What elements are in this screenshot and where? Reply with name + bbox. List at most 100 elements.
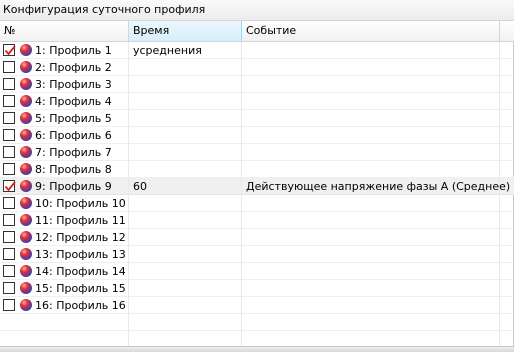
cell-profile: 10: Профиль 10 (0, 195, 129, 212)
empty-cell (0, 314, 129, 331)
cell-profile: 9: Профиль 9 (0, 178, 129, 195)
cell-event[interactable] (242, 161, 500, 178)
cell-event[interactable] (242, 246, 500, 263)
profile-checkbox[interactable] (3, 146, 15, 158)
cell-event[interactable] (242, 59, 500, 76)
profile-label: 13: Профиль 13 (35, 248, 126, 261)
cell-event[interactable] (242, 280, 500, 297)
profile-checkbox[interactable] (3, 180, 16, 192)
cell-averaging-time[interactable] (129, 76, 242, 93)
cell-profile: 15: Профиль 15 (0, 280, 129, 297)
cell-event[interactable] (242, 297, 500, 314)
profile-orb-icon (20, 78, 32, 90)
cell-event[interactable] (242, 110, 500, 127)
cell-averaging-time[interactable] (129, 59, 242, 76)
table-row[interactable]: 6: Профиль 6 (0, 127, 514, 144)
cell-averaging-time[interactable]: 60 (129, 178, 242, 195)
table-row[interactable]: 11: Профиль 11 (0, 212, 514, 229)
table-row[interactable]: 15: Профиль 15 (0, 280, 514, 297)
profile-label: 15: Профиль 15 (35, 282, 126, 295)
table-row[interactable]: 10: Профиль 10 (0, 195, 514, 212)
column-header-event[interactable]: Событие (242, 21, 500, 41)
cell-averaging-time[interactable] (129, 263, 242, 280)
cell-averaging-time[interactable] (129, 93, 242, 110)
checkmark-icon (4, 45, 16, 56)
profile-orb-icon (20, 146, 32, 158)
cell-event[interactable]: Действующее напряжение фазы A (Среднее) (242, 178, 510, 195)
cell-event[interactable] (242, 212, 500, 229)
table-row[interactable]: 8: Профиль 8 (0, 161, 514, 178)
column-header-filler (500, 21, 514, 41)
table-row[interactable]: 5: Профиль 5 (0, 110, 514, 127)
table-row[interactable]: 12: Профиль 12 (0, 229, 514, 246)
grid-rows: 1: Профиль 1 2: Профиль 2 3: Профиль 3 4: П… (0, 42, 514, 348)
cell-averaging-time[interactable] (129, 161, 242, 178)
profile-label: 16: Профиль 16 (35, 299, 126, 312)
cell-event[interactable] (242, 93, 500, 110)
cell-event[interactable] (242, 195, 500, 212)
cell-averaging-time[interactable] (129, 246, 242, 263)
profile-orb-icon (20, 95, 32, 107)
cell-event[interactable] (242, 229, 500, 246)
profile-checkbox[interactable] (3, 44, 16, 56)
cell-profile: 4: Профиль 4 (0, 93, 129, 110)
cell-profile: 14: Профиль 14 (0, 263, 129, 280)
empty-cell (242, 314, 500, 331)
cell-averaging-time[interactable] (129, 42, 242, 59)
profile-checkbox[interactable] (3, 282, 15, 294)
table-row[interactable]: 1: Профиль 1 (0, 42, 514, 59)
cell-averaging-time[interactable] (129, 229, 242, 246)
table-row[interactable]: 3: Профиль 3 (0, 76, 514, 93)
horizontal-scrollbar[interactable] (0, 346, 514, 352)
cell-averaging-time[interactable] (129, 297, 242, 314)
profile-label: 2: Профиль 2 (35, 61, 112, 74)
column-header-number[interactable]: № (0, 21, 129, 41)
profile-checkbox[interactable] (3, 299, 15, 311)
profile-checkbox[interactable] (3, 129, 15, 141)
cell-event[interactable] (242, 263, 500, 280)
cell-profile: 5: Профиль 5 (0, 110, 129, 127)
table-row[interactable]: 2: Профиль 2 (0, 59, 514, 76)
cell-averaging-time[interactable] (129, 127, 242, 144)
profile-label: 7: Профиль 7 (35, 146, 112, 159)
profile-label: 10: Профиль 10 (35, 197, 126, 210)
table-row[interactable]: 16: Профиль 16 (0, 297, 514, 314)
table-row[interactable]: 7: Профиль 7 (0, 144, 514, 161)
profile-orb-icon (20, 299, 32, 311)
profile-checkbox[interactable] (3, 163, 15, 175)
grid-header: № Время усреднения Событие (0, 21, 514, 57)
profile-label: 11: Профиль 11 (35, 214, 126, 227)
profile-label: 12: Профиль 12 (35, 231, 126, 244)
table-row[interactable]: 9: Профиль 9 60 Действующее напряжение фаз… (0, 178, 514, 195)
profile-checkbox[interactable] (3, 112, 15, 124)
profile-label: 3: Профиль 3 (35, 78, 112, 91)
profile-checkbox[interactable] (3, 95, 15, 107)
profile-checkbox[interactable] (3, 78, 15, 90)
profile-checkbox[interactable] (3, 61, 15, 73)
cell-averaging-time[interactable] (129, 212, 242, 229)
profile-checkbox[interactable] (3, 231, 15, 243)
profile-checkbox[interactable] (3, 265, 15, 277)
profile-label: 6: Профиль 6 (35, 129, 112, 142)
cell-event[interactable] (242, 42, 500, 59)
cell-event[interactable] (242, 127, 500, 144)
profile-checkbox[interactable] (3, 214, 15, 226)
profile-orb-icon (20, 112, 32, 124)
cell-profile: 8: Профиль 8 (0, 161, 129, 178)
table-row[interactable]: 14: Профиль 14 (0, 263, 514, 280)
profile-orb-icon (20, 231, 32, 243)
cell-event[interactable] (242, 76, 500, 93)
cell-averaging-time[interactable] (129, 280, 242, 297)
cell-averaging-time[interactable] (129, 195, 242, 212)
window-title-bar: Конфигурация суточного профиля (0, 0, 514, 21)
cell-profile: 1: Профиль 1 (0, 42, 129, 59)
profile-checkbox[interactable] (3, 197, 15, 209)
cell-averaging-time[interactable] (129, 144, 242, 161)
profile-checkbox[interactable] (3, 248, 15, 260)
table-row[interactable]: 13: Профиль 13 (0, 246, 514, 263)
profile-label: 1: Профиль 1 (35, 44, 112, 57)
cell-averaging-time[interactable] (129, 110, 242, 127)
column-header-averaging-time[interactable]: Время усреднения (129, 21, 242, 57)
cell-event[interactable] (242, 144, 500, 161)
table-row[interactable]: 4: Профиль 4 (0, 93, 514, 110)
